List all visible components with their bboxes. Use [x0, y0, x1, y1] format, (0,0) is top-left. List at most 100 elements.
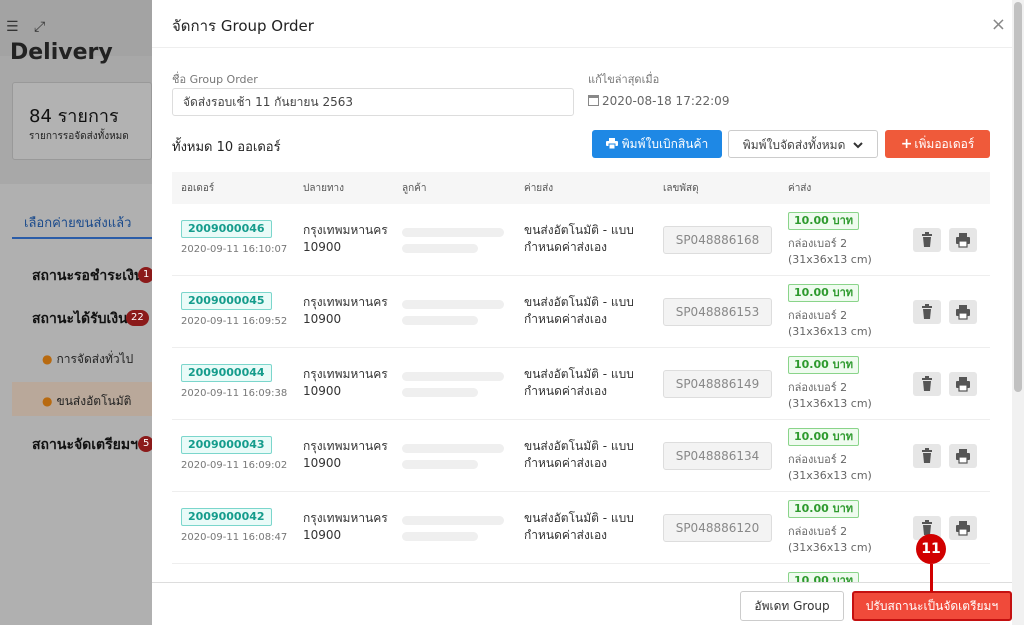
- box-info: กล่องเบอร์ 2 (31x36x13 cm): [788, 309, 872, 338]
- table-row: 2009000045 2020-09-11 16:09:52 กรุงเทพมห…: [172, 276, 990, 348]
- shipping-cost: 10.00 บาท: [788, 500, 860, 518]
- print-icon: [956, 233, 970, 248]
- group-name-label: ชื่อ Group Order: [172, 73, 258, 86]
- order-total: ทั้งหมด 10 ออเดอร์: [172, 140, 281, 155]
- sub-item-general[interactable]: ● การจัดส่งทั่วไป: [42, 350, 133, 369]
- print-order-button[interactable]: [949, 444, 977, 468]
- destination: กรุงเทพมหานคร 10900: [303, 295, 388, 326]
- carrier: ขนส่งอัตโนมัติ - แบบ กำหนดค่าส่งเอง: [524, 439, 634, 470]
- group-name-input[interactable]: [172, 88, 574, 116]
- customer-placeholder: [402, 228, 504, 237]
- calendar-icon: [588, 95, 599, 106]
- order-id-link[interactable]: 2009000045: [181, 292, 272, 310]
- nav-awaiting-payment[interactable]: สถานะรอชำระเงิน: [32, 265, 144, 287]
- order-date: 2020-09-11 16:10:07: [181, 244, 288, 255]
- customer-placeholder: [402, 300, 504, 309]
- tracking-number: SP048886168: [663, 226, 772, 254]
- step-marker: 11: [916, 534, 946, 564]
- delete-order-button[interactable]: [913, 300, 941, 324]
- print-all-labels-button[interactable]: พิมพ์ใบจัดส่งทั้งหมด: [728, 130, 878, 158]
- order-date: 2020-09-11 16:09:52: [181, 316, 288, 327]
- order-id-link[interactable]: 2009000046: [181, 220, 272, 238]
- table-row: 2009000044 2020-09-11 16:09:38 กรุงเทพมห…: [172, 348, 990, 420]
- modal-header: จัดการ Group Order ×: [152, 0, 1012, 48]
- box-info: กล่องเบอร์ 2 (31x36x13 cm): [788, 237, 872, 266]
- close-icon[interactable]: ×: [991, 16, 1006, 34]
- delete-order-button[interactable]: [913, 372, 941, 396]
- order-id-link[interactable]: 2009000042: [181, 508, 272, 526]
- tab-selected-carrier[interactable]: เลือกค่ายขนส่งแล้ว: [24, 212, 131, 233]
- delete-order-button[interactable]: [913, 228, 941, 252]
- summary-label: รายการรอจัดส่งทั้งหมด: [29, 131, 129, 142]
- print-icon: [956, 521, 970, 536]
- step-marker-line: [930, 564, 933, 592]
- col-order: ออเดอร์: [181, 183, 215, 194]
- fullscreen-icon[interactable]: ⤢: [34, 20, 48, 34]
- menu-collapse-icon[interactable]: ☰: [6, 20, 20, 34]
- order-date: 2020-09-11 16:09:02: [181, 460, 288, 471]
- destination: กรุงเทพมหานคร 10900: [303, 223, 388, 254]
- print-picking-button[interactable]: พิมพ์ใบเบิกสินค้า: [592, 130, 722, 158]
- tracking-number: SP048886149: [663, 370, 772, 398]
- set-preparing-status-button[interactable]: ปรับสถานะเป็นจัดเตรียมฯ: [852, 591, 1012, 621]
- carrier: ขนส่งอัตโนมัติ - แบบ กำหนดค่าส่งเอง: [524, 223, 634, 254]
- nav-badge: 22: [126, 310, 149, 326]
- print-icon: [956, 449, 970, 464]
- col-carrier: ค่ายส่ง: [524, 183, 554, 194]
- nav-payment-received[interactable]: สถานะได้รับเงิน: [32, 308, 128, 330]
- table-row: 10.00 บาท: [172, 564, 990, 582]
- shipping-cost: 10.00 บาท: [788, 284, 860, 302]
- group-order-modal: จัดการ Group Order × ชื่อ Group Order แก…: [152, 0, 1012, 625]
- add-order-button[interactable]: + เพิ่มออเดอร์: [885, 130, 990, 158]
- box-info: กล่องเบอร์ 2 (31x36x13 cm): [788, 525, 872, 554]
- tab-underline: [12, 237, 152, 239]
- chevron-down-icon: [853, 142, 863, 149]
- destination: กรุงเทพมหานคร 10900: [303, 439, 388, 470]
- customer-placeholder: [402, 372, 504, 381]
- tracking-number: SP048886120: [663, 514, 772, 542]
- shipping-cost: 10.00 บาท: [788, 428, 860, 446]
- shipping-cost: 10.00 บาท: [788, 572, 860, 582]
- print-order-button[interactable]: [949, 516, 977, 540]
- box-info: กล่องเบอร์ 2 (31x36x13 cm): [788, 453, 872, 482]
- tracking-number: SP048886153: [663, 298, 772, 326]
- order-id-link[interactable]: 2009000044: [181, 364, 272, 382]
- print-icon: [605, 138, 618, 150]
- col-shipping-cost: ค่าส่ง: [788, 183, 812, 194]
- scrollbar-thumb[interactable]: [1014, 2, 1022, 392]
- tracking-number: SP048886134: [663, 442, 772, 470]
- print-order-button[interactable]: [949, 372, 977, 396]
- col-customer: ลูกค้า: [402, 183, 427, 194]
- update-group-button[interactable]: อัพเดท Group: [740, 591, 844, 621]
- print-icon: [956, 305, 970, 320]
- customer-placeholder: [402, 532, 478, 541]
- summary-count: 84 รายการ: [29, 106, 119, 127]
- scrollbar[interactable]: [1012, 0, 1024, 625]
- table-row: 2009000042 2020-09-11 16:08:47 กรุงเทพมห…: [172, 492, 990, 564]
- print-icon: [956, 377, 970, 392]
- table-header: ออเดอร์ ปลายทาง ลูกค้า ค่ายส่ง เลขพัสดุ …: [172, 172, 990, 204]
- nav-preparing[interactable]: สถานะจัดเตรียมฯ: [32, 434, 138, 456]
- delete-order-button[interactable]: [913, 444, 941, 468]
- modal-footer: อัพเดท Group ปรับสถานะเป็นจัดเตรียมฯ: [152, 582, 1012, 625]
- destination: กรุงเทพมหานคร 10900: [303, 511, 388, 542]
- plus-icon: +: [900, 136, 913, 152]
- order-date: 2020-09-11 16:08:47: [181, 532, 288, 543]
- carrier: ขนส่งอัตโนมัติ - แบบ กำหนดค่าส่งเอง: [524, 295, 634, 326]
- carrier: ขนส่งอัตโนมัติ - แบบ กำหนดค่าส่งเอง: [524, 367, 634, 398]
- trash-icon: [922, 232, 932, 247]
- order-id-link[interactable]: 2009000043: [181, 436, 272, 454]
- print-order-button[interactable]: [949, 300, 977, 324]
- table-row: 2009000043 2020-09-11 16:09:02 กรุงเทพมห…: [172, 420, 990, 492]
- print-order-button[interactable]: [949, 228, 977, 252]
- modal-title: จัดการ Group Order: [172, 17, 314, 35]
- trash-icon: [922, 376, 932, 391]
- customer-placeholder: [402, 388, 478, 397]
- col-tracking: เลขพัสดุ: [663, 183, 699, 194]
- box-info: กล่องเบอร์ 2 (31x36x13 cm): [788, 381, 872, 410]
- destination: กรุงเทพมหานคร 10900: [303, 367, 388, 398]
- customer-placeholder: [402, 316, 478, 325]
- summary-card: 84 รายการ รายการรอจัดส่งทั้งหมด: [12, 82, 152, 160]
- sub-item-auto[interactable]: ● ขนส่งอัตโนมัติ: [42, 392, 131, 411]
- last-edited-label: แก้ไขล่าสุดเมื่อ: [588, 73, 660, 86]
